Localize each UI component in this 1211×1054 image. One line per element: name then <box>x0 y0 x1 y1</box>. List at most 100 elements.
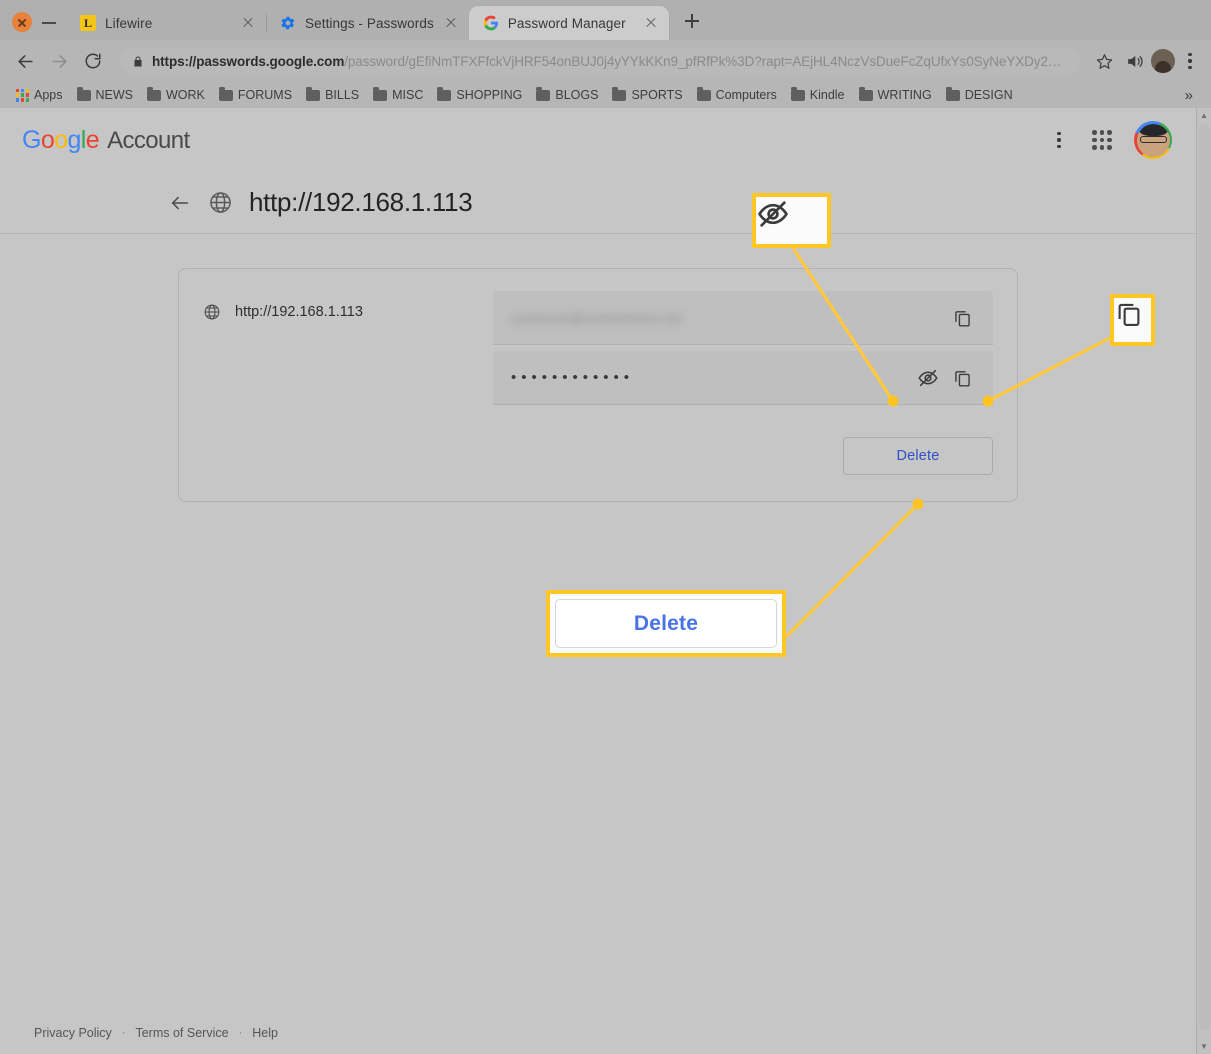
bookmark-label: Kindle <box>809 88 845 102</box>
tab-lifewire[interactable]: L Lifewire <box>66 6 266 40</box>
page-scrollbar[interactable]: ▲ ▼ <box>1196 108 1211 1054</box>
back-arrow-icon[interactable] <box>10 46 40 76</box>
avatar-photo <box>1136 123 1170 157</box>
password-value: •••••••••••• <box>511 369 635 386</box>
folder-icon <box>306 87 321 101</box>
card-site-column: http://192.168.1.113 <box>203 291 493 475</box>
window-controls <box>0 12 66 40</box>
bookmark-news[interactable]: NEWS <box>71 86 140 104</box>
bookmark-shopping[interactable]: SHOPPING <box>431 86 528 104</box>
star-icon[interactable] <box>1091 48 1117 74</box>
new-tab-button[interactable] <box>677 6 707 36</box>
privacy-policy-link[interactable]: Privacy Policy <box>34 1026 112 1040</box>
logo-letter: o <box>54 125 68 154</box>
close-window-button[interactable] <box>12 12 32 32</box>
close-tab-button[interactable] <box>240 15 256 31</box>
folder-icon <box>790 87 805 101</box>
bookmark-work[interactable]: WORK <box>141 86 211 104</box>
page-viewport: Google Account http://192.168.1.113 http… <box>0 108 1196 1054</box>
folder-icon <box>373 87 388 101</box>
copy-icon[interactable] <box>945 301 979 335</box>
password-field[interactable]: •••••••••••• <box>493 351 993 405</box>
scroll-up-arrow-icon[interactable]: ▲ <box>1197 108 1211 123</box>
tab-password-manager[interactable]: Password Manager <box>468 6 669 40</box>
folder-icon <box>437 87 452 101</box>
address-bar-text: https://passwords.google.com/password/gE… <box>152 54 1061 69</box>
bookmarks-overflow-button[interactable]: » <box>1177 87 1201 104</box>
bookmarks-bar: Apps NEWS WORK FORUMS BILLS MISC SHOPPIN… <box>0 82 1211 108</box>
bookmark-blogs[interactable]: BLOGS <box>530 86 604 104</box>
password-detail-card: http://192.168.1.113 someone@somewhere.n… <box>178 268 1018 502</box>
close-tab-button[interactable] <box>443 15 459 31</box>
bookmark-label: MISC <box>392 88 424 102</box>
url-path: /password/gEfiNmTFXFfckVjHRF54onBUJ0j4yY… <box>344 53 1062 69</box>
tab-settings-passwords[interactable]: Settings - Passwords <box>266 6 469 40</box>
google-g-icon <box>483 15 499 31</box>
google-account-header: Google Account <box>0 108 1196 172</box>
folder-icon <box>147 87 161 101</box>
delete-button[interactable]: Delete <box>843 437 993 475</box>
kebab-menu-icon[interactable] <box>1179 48 1201 74</box>
page-title: http://192.168.1.113 <box>249 187 473 217</box>
bookmark-writing[interactable]: WRITING <box>853 86 938 104</box>
bookmark-label: BILLS <box>325 88 360 102</box>
bookmark-computers[interactable]: Computers <box>691 86 783 104</box>
speaker-playing-icon[interactable] <box>1121 48 1147 74</box>
close-tab-button[interactable] <box>643 15 659 31</box>
logo-letter: G <box>22 125 41 154</box>
bookmark-sports[interactable]: SPORTS <box>606 86 688 104</box>
logo-letter: g <box>67 125 81 154</box>
tab-title: Password Manager <box>507 15 626 31</box>
eye-slash-icon[interactable] <box>911 361 945 395</box>
bookmark-misc[interactable]: MISC <box>367 86 429 104</box>
site-row: http://192.168.1.113 <box>203 303 493 321</box>
bookmark-label: SPORTS <box>631 88 683 102</box>
apps-grid-icon <box>16 88 29 102</box>
google-apps-grid-icon[interactable] <box>1092 130 1112 150</box>
omnibox-toolbar: https://passwords.google.com/password/gE… <box>0 40 1211 82</box>
lifewire-icon: L <box>80 15 96 31</box>
folder-icon <box>858 87 873 101</box>
bookmark-label: DESIGN <box>964 88 1013 102</box>
logo-letter: e <box>85 125 100 154</box>
bookmark-apps[interactable]: Apps <box>10 86 69 104</box>
copy-icon[interactable] <box>945 361 979 395</box>
page-title-row: http://192.168.1.113 <box>0 172 1196 234</box>
bookmark-label: WORK <box>166 88 205 102</box>
google-account-logo[interactable]: Google Account <box>22 126 190 155</box>
bookmark-forums[interactable]: FORUMS <box>213 86 298 104</box>
bookmark-design[interactable]: DESIGN <box>940 86 1019 104</box>
account-avatar[interactable] <box>1134 121 1172 159</box>
bookmark-bills[interactable]: BILLS <box>300 86 365 104</box>
minimize-window-button[interactable] <box>42 15 56 29</box>
forward-arrow-icon[interactable] <box>44 46 74 76</box>
address-bar[interactable]: https://passwords.google.com/password/gE… <box>120 47 1081 75</box>
lock-icon <box>132 55 144 68</box>
bookmark-label: NEWS <box>95 88 134 102</box>
delete-row: Delete <box>493 437 993 475</box>
globe-icon <box>208 190 233 215</box>
gear-icon <box>280 15 296 31</box>
bookmark-label: FORUMS <box>237 88 293 102</box>
reload-icon[interactable] <box>78 46 108 76</box>
bookmark-label: SHOPPING <box>456 88 523 102</box>
folder-icon <box>76 87 91 101</box>
folder-icon <box>945 87 960 101</box>
bookmark-label: BLOGS <box>555 88 599 102</box>
folder-icon <box>612 87 627 101</box>
username-field[interactable]: someone@somewhere.net <box>493 291 993 345</box>
bookmark-label: WRITING <box>877 88 932 102</box>
bookmark-kindle[interactable]: Kindle <box>785 86 851 104</box>
footer-separator: · <box>121 1027 126 1039</box>
tab-title: Settings - Passwords <box>305 15 434 31</box>
help-link[interactable]: Help <box>252 1026 278 1040</box>
terms-of-service-link[interactable]: Terms of Service <box>135 1026 228 1040</box>
kebab-menu-icon[interactable] <box>1048 127 1070 153</box>
back-arrow-icon[interactable] <box>168 191 192 215</box>
bookmark-label: Apps <box>34 88 63 102</box>
profile-avatar-icon[interactable] <box>1151 49 1175 73</box>
browser-window: L Lifewire Settings - Passwords Password… <box>0 0 1211 1054</box>
tab-title: Lifewire <box>105 15 153 31</box>
scrollbar-thumb[interactable] <box>1199 124 1210 1030</box>
scroll-down-arrow-icon[interactable]: ▼ <box>1197 1039 1211 1054</box>
